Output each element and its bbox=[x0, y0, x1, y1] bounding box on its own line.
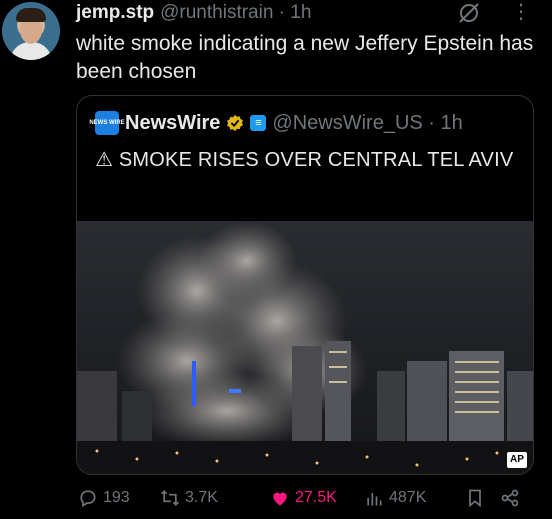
author-name[interactable]: jemp.stp bbox=[76, 2, 154, 24]
author-handle[interactable]: @runthistrain · 1h bbox=[160, 2, 311, 24]
reply-icon bbox=[80, 490, 96, 507]
views-icon bbox=[367, 493, 382, 506]
more-icon[interactable]: ⋮ bbox=[510, 0, 532, 26]
reply-count: 193 bbox=[103, 489, 130, 506]
share-button[interactable] bbox=[500, 488, 520, 508]
avatar-shirt bbox=[10, 42, 52, 60]
affiliate-badge: ≡ bbox=[250, 115, 267, 131]
photo-credit: AP bbox=[507, 452, 527, 468]
bookmark-icon bbox=[469, 489, 481, 508]
quoted-author-handle[interactable]: @NewsWire_US · 1h bbox=[272, 112, 462, 135]
grok-icon[interactable] bbox=[456, 0, 482, 26]
like-button[interactable]: 27.5K bbox=[270, 488, 337, 508]
quoted-tweet[interactable]: NEWS WIRE NewsWire ≡ @NewsWire_US · 1h ⚠… bbox=[76, 95, 534, 475]
avatar-hair bbox=[16, 8, 46, 22]
like-count: 27.5K bbox=[295, 489, 337, 506]
verified-badge-icon bbox=[227, 114, 244, 132]
like-icon bbox=[273, 492, 287, 506]
news-photo[interactable] bbox=[77, 221, 534, 475]
quoted-text: ⚠ SMOKE RISES OVER CENTRAL TEL AVIV bbox=[95, 149, 514, 171]
tweet-header: jemp.stp @runthistrain · 1h bbox=[76, 2, 311, 24]
newswire-logo: NEWS WIRE bbox=[89, 111, 125, 135]
quoted-author-name[interactable]: NewsWire bbox=[125, 112, 220, 135]
repost-count: 3.7K bbox=[185, 489, 218, 506]
repost-icon bbox=[161, 490, 179, 506]
share-icon bbox=[501, 489, 519, 507]
views-button[interactable]: 487K bbox=[364, 488, 426, 508]
tweet-text: white smoke indicating a new Jeffery Eps… bbox=[76, 32, 534, 83]
reply-button[interactable]: 193 bbox=[78, 488, 130, 508]
avatar[interactable] bbox=[2, 2, 60, 60]
bookmark-button[interactable] bbox=[465, 488, 485, 508]
action-bar: 193 3.7K 27.5K 487K bbox=[78, 488, 538, 512]
repost-button[interactable]: 3.7K bbox=[160, 488, 218, 508]
view-count: 487K bbox=[389, 489, 427, 506]
quoted-header: NEWS WIRE NewsWire ≡ @NewsWire_US · 1h bbox=[89, 110, 463, 136]
